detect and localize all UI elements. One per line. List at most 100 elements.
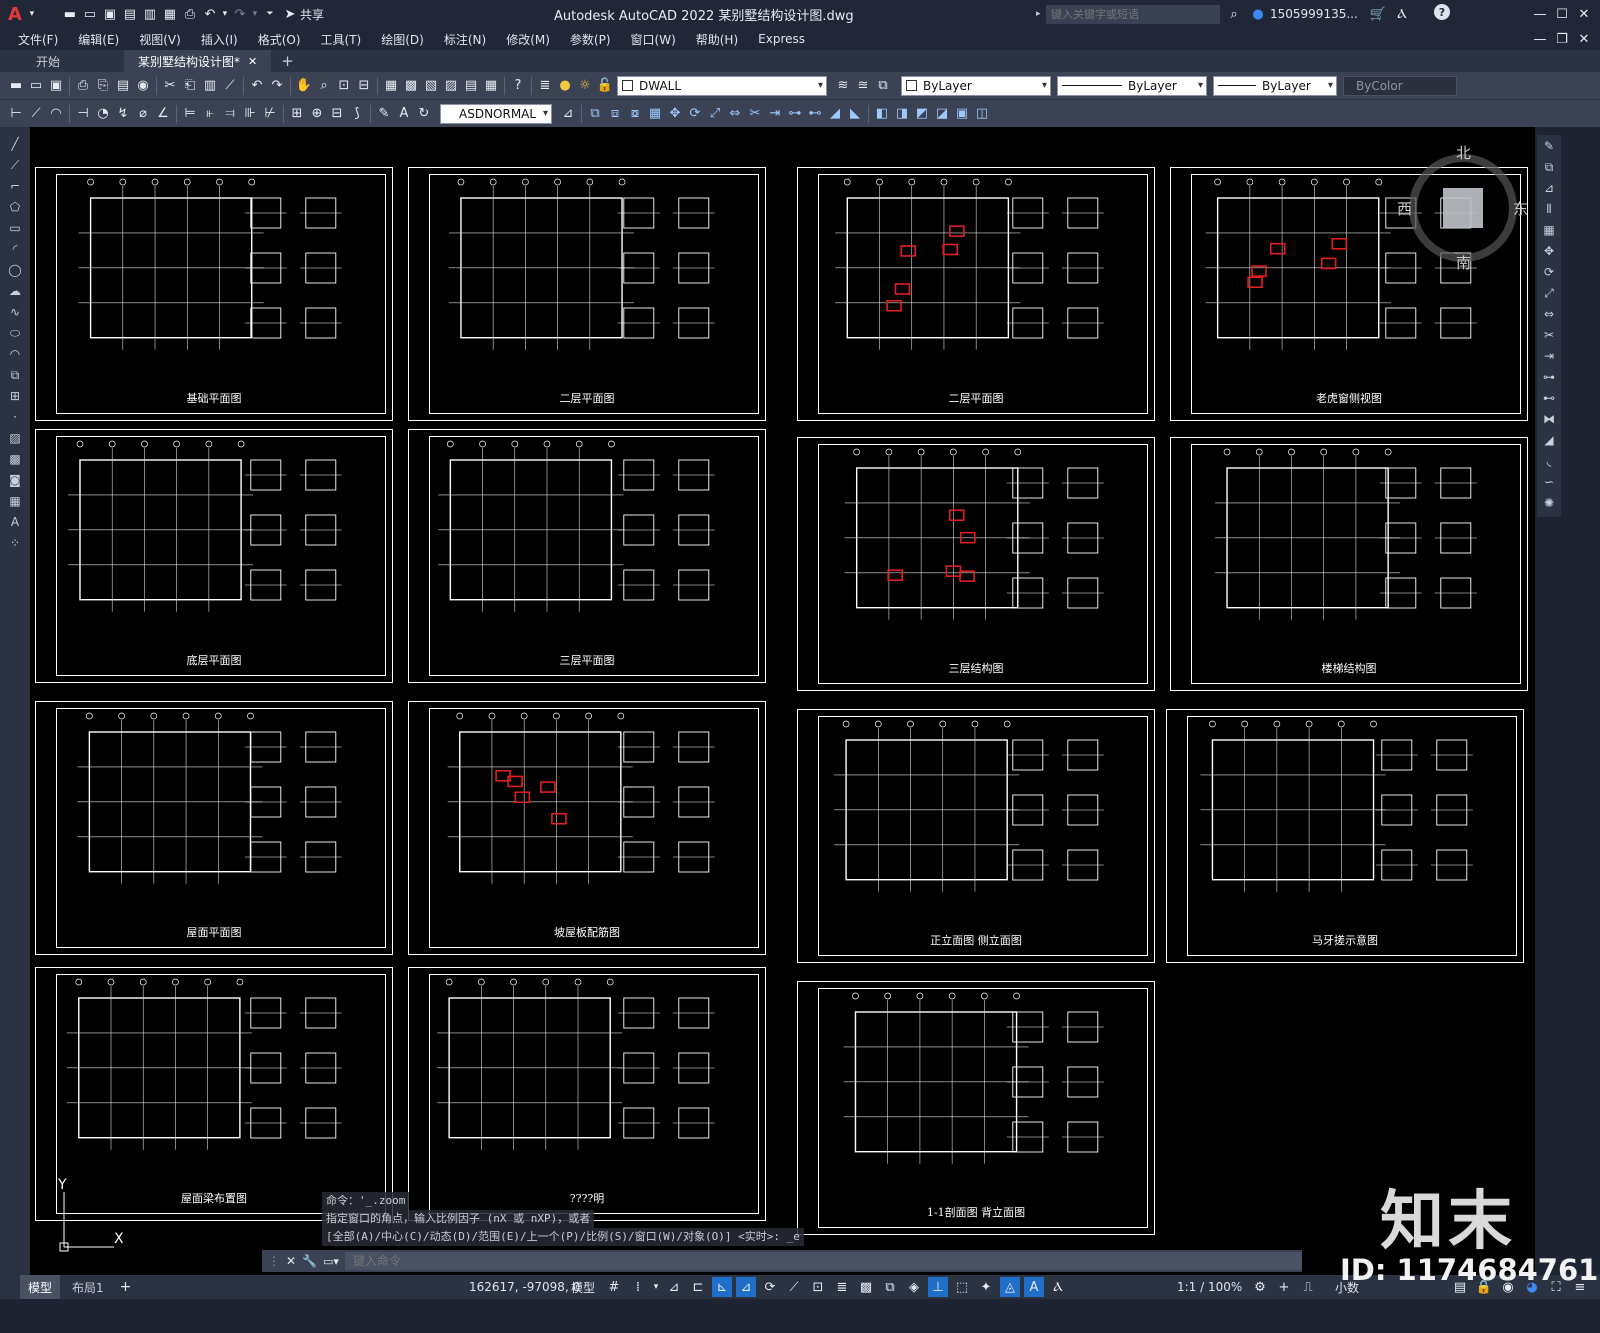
save-icon[interactable]: ▣ [100, 4, 120, 24]
undo-icon[interactable]: ↶ [200, 4, 220, 24]
rectangle-icon[interactable]: ▭ [9, 221, 20, 238]
menu-modify[interactable]: 修改(M) [496, 31, 560, 48]
menu-parametric[interactable]: 参数(P) [560, 31, 621, 48]
add-selected-icon[interactable]: ⁘ [10, 536, 20, 553]
modify-stretch-icon[interactable]: ⇔ [725, 104, 745, 124]
zoom-window-icon[interactable]: ⊡ [334, 76, 354, 96]
join-icon[interactable]: ⧓ [1543, 412, 1555, 429]
ortho-icon[interactable]: ⊾ [712, 1277, 732, 1297]
menu-file[interactable]: 文件(F) [8, 31, 68, 48]
open-icon[interactable]: ▭ [26, 76, 46, 96]
isodraft-icon[interactable]: ⟳ [760, 1277, 780, 1297]
extend-icon[interactable]: ⇥ [1544, 349, 1554, 366]
dim-linear-icon[interactable]: ⊢ [6, 104, 26, 124]
layer-previous-icon[interactable]: ≊ [853, 76, 873, 96]
point-icon[interactable]: · [13, 410, 17, 427]
region-icon[interactable]: ◙ [9, 473, 21, 490]
inspection-icon[interactable]: ⊟ [327, 104, 347, 124]
drawing-sheet[interactable]: ????明 [408, 967, 766, 1221]
zoom-previous-icon[interactable]: ⊟ [354, 76, 374, 96]
maximize-button[interactable]: ☐ [1552, 4, 1572, 24]
quickcalc-icon[interactable]: ▦ [481, 76, 501, 96]
command-input[interactable] [344, 1252, 1302, 1270]
spline-icon[interactable]: ∿ [10, 305, 20, 322]
jogged-linear-icon[interactable]: ⟆ [347, 104, 367, 124]
blend-icon[interactable]: ∽ [1544, 475, 1554, 492]
compass-west[interactable]: 西 [1397, 198, 1412, 219]
make-current-layer-icon[interactable]: ≋ [833, 76, 853, 96]
doc-close-icon[interactable]: ✕ [1574, 29, 1594, 49]
line-icon[interactable]: ╱ [11, 137, 18, 154]
close-button[interactable]: ✕ [1574, 4, 1594, 24]
dim-arc-icon[interactable]: ◠ [46, 104, 66, 124]
lineweight-dropdown[interactable]: ByLayer [1213, 75, 1337, 96]
menu-dimension[interactable]: 标注(N) [434, 31, 496, 48]
color-dropdown[interactable]: ByLayer [901, 75, 1051, 96]
modify-fillet-icon[interactable]: ◣ [845, 104, 865, 124]
help-icon[interactable]: ? [1434, 4, 1450, 20]
new-tab-button[interactable]: + [281, 52, 294, 70]
modify-extend-icon[interactable]: ⇥ [765, 104, 785, 124]
dynamic-input-icon[interactable]: ⊏ [688, 1277, 708, 1297]
drawing-sheet[interactable]: 马牙搓示意图 [1166, 709, 1524, 963]
modify-rotate-icon[interactable]: ⟳ [685, 104, 705, 124]
model-space-button[interactable]: 模型 [566, 1279, 600, 1296]
modify-break-icon[interactable]: ⊶ [785, 104, 805, 124]
snap-dropdown-icon[interactable]: ▾ [652, 1277, 660, 1297]
block-save-icon[interactable]: ▣ [952, 104, 972, 124]
redo-dropdown-icon[interactable]: ▾ [250, 4, 260, 24]
compass-north[interactable]: 北 [1456, 142, 1471, 163]
search-icon[interactable]: ⌕ [1224, 4, 1244, 24]
dim-jogged-icon[interactable]: ↯ [113, 104, 133, 124]
tab-drawing[interactable]: 某别墅结构设计图* ✕ [124, 50, 272, 72]
doc-minimize-icon[interactable]: — [1530, 29, 1550, 49]
units-icon[interactable]: ⎍ [1298, 1277, 1318, 1297]
design-center-icon[interactable]: ▩ [401, 76, 421, 96]
dim-diameter-icon[interactable]: ⌀ [133, 104, 153, 124]
add-layout-button[interactable]: + [120, 1279, 132, 1295]
polygon-icon[interactable]: ⬠ [10, 200, 20, 217]
search-expand-icon[interactable]: ▸ [1036, 9, 1041, 19]
center-mark-icon[interactable]: ⊕ [307, 104, 327, 124]
drawing-sheet[interactable]: 二层平面图 [797, 167, 1155, 421]
annotation-visibility-icon[interactable]: ◬ [1000, 1277, 1020, 1297]
compass-south[interactable]: 南 [1456, 252, 1471, 273]
save-web-icon[interactable]: ▦ [160, 4, 180, 24]
snap-icon[interactable]: ⁞ [628, 1277, 648, 1297]
infer-constraints-icon[interactable]: ⊿ [664, 1277, 684, 1297]
dimstyle-dropdown[interactable]: ASDNORMAL [440, 103, 552, 124]
properties-icon[interactable]: ▦ [381, 76, 401, 96]
command-customize-icon[interactable]: 🔧 [302, 1254, 317, 1268]
layer-properties-icon[interactable]: ≣ [535, 76, 555, 96]
user-name[interactable]: 1505999135... [1270, 7, 1358, 21]
modify-copy-icon[interactable]: ⧉ [585, 104, 605, 124]
annotation-scale-icon[interactable]: Ⲁ [1048, 1277, 1068, 1297]
stretch-icon[interactable]: ⇔ [1544, 307, 1554, 324]
open-file-icon[interactable]: ▭ [80, 4, 100, 24]
tool-palettes-icon[interactable]: ▧ [421, 76, 441, 96]
search-input[interactable] [1046, 5, 1220, 24]
share-button[interactable]: 共享 [300, 6, 324, 23]
new-file-icon[interactable]: ▬ [60, 4, 80, 24]
open-web-icon[interactable]: ▥ [140, 4, 160, 24]
tab-layout1[interactable]: 布局1 [60, 1275, 116, 1299]
copy-icon[interactable]: ⧉ [1545, 160, 1554, 177]
dynamic-ucs-icon[interactable]: ⊥ [928, 1277, 948, 1297]
layer-state-icon[interactable]: ⧉ [873, 76, 893, 96]
drawing-sheet[interactable]: 基础平面图 [35, 167, 393, 421]
mirror-icon[interactable]: ⊿ [1544, 181, 1554, 198]
match-prop-icon[interactable]: ⟋ [220, 76, 240, 96]
zoom-realtime-icon[interactable]: ⌕ [314, 76, 334, 96]
drawing-sheet[interactable]: 楼梯结构图 [1170, 437, 1528, 691]
app-logo-icon[interactable]: A [8, 4, 22, 25]
trim-icon[interactable]: ✂ [1544, 328, 1554, 345]
block-create-icon[interactable]: ◨ [892, 104, 912, 124]
customize-qat-icon[interactable]: ⏷ [260, 4, 280, 24]
save-icon[interactable]: ▣ [46, 76, 66, 96]
lineweight-icon[interactable]: ≣ [832, 1277, 852, 1297]
plotstyle-dropdown[interactable]: ByColor [1343, 75, 1457, 96]
plot-icon[interactable]: ⎙ [180, 4, 200, 24]
table-icon[interactable]: ▦ [9, 494, 20, 511]
selection-cycling-icon[interactable]: ⧉ [880, 1277, 900, 1297]
menu-edit[interactable]: 编辑(E) [68, 31, 129, 48]
